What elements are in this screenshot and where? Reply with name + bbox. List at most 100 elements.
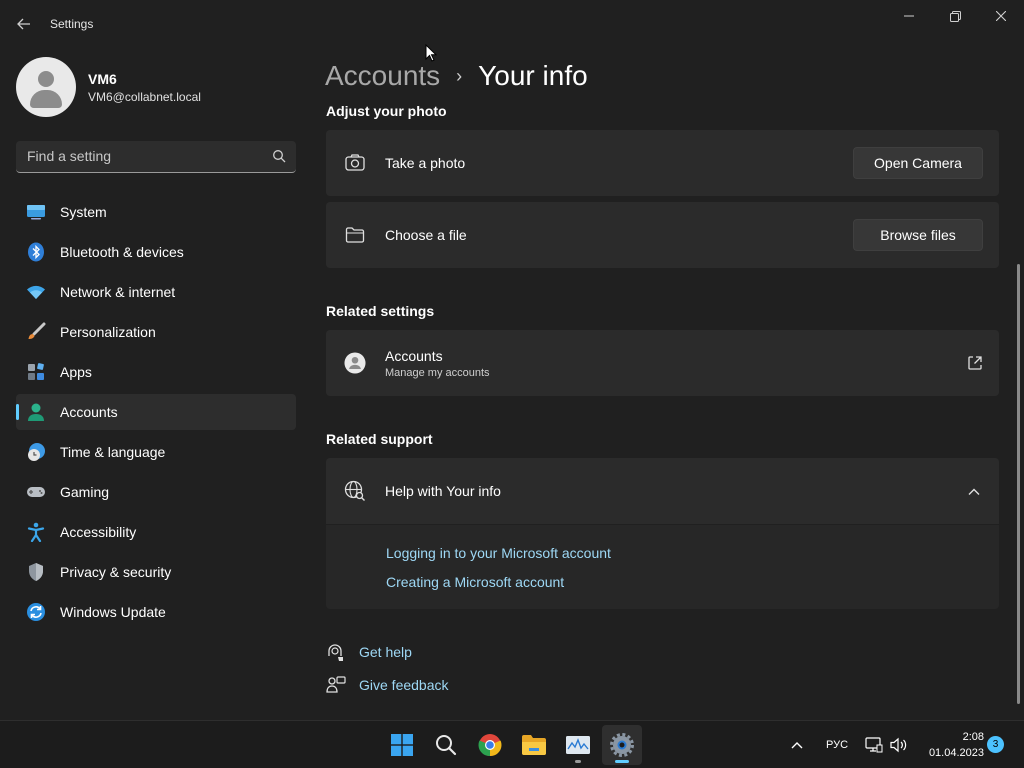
taskbar-file-explorer[interactable] bbox=[514, 725, 554, 765]
clock-time: 2:08 bbox=[962, 731, 984, 743]
sidebar-item-system[interactable]: System bbox=[16, 194, 296, 230]
globe-search-icon bbox=[344, 480, 366, 502]
apps-icon bbox=[26, 362, 46, 382]
give-feedback-label: Give feedback bbox=[359, 677, 449, 693]
input-language-indicator[interactable]: РУС bbox=[826, 721, 848, 768]
minimize-icon bbox=[904, 15, 914, 17]
sidebar-item-label: Accounts bbox=[60, 404, 118, 420]
mouse-cursor-icon bbox=[425, 44, 437, 62]
wifi-icon bbox=[26, 282, 46, 302]
user-profile[interactable]: VM6 VM6@collabnet.local bbox=[16, 57, 201, 117]
chevron-up-icon bbox=[791, 742, 803, 749]
section-title-related-settings: Related settings bbox=[326, 303, 435, 319]
help-links-panel: Logging in to your Microsoft account Cre… bbox=[326, 525, 999, 609]
external-link-icon bbox=[968, 356, 982, 370]
file-explorer-icon bbox=[522, 735, 546, 755]
account-avatar-icon bbox=[344, 352, 366, 374]
content-scrollbar[interactable] bbox=[1017, 264, 1020, 704]
notification-badge[interactable]: 3 bbox=[987, 736, 1004, 753]
task-manager-running-indicator bbox=[575, 760, 581, 763]
search-input[interactable] bbox=[16, 141, 256, 171]
back-button[interactable] bbox=[10, 10, 38, 38]
paintbrush-icon bbox=[26, 322, 46, 342]
close-button[interactable] bbox=[978, 0, 1024, 32]
profile-email: VM6@collabnet.local bbox=[88, 89, 201, 104]
title-bar: Settings bbox=[0, 0, 1024, 48]
breadcrumb: Accounts › Your info bbox=[325, 58, 588, 94]
sidebar-item-label: Windows Update bbox=[60, 604, 166, 620]
sidebar-item-network[interactable]: Network & internet bbox=[16, 274, 296, 310]
sidebar-item-privacy[interactable]: Privacy & security bbox=[16, 554, 296, 590]
page-title: Your info bbox=[478, 60, 588, 91]
accounts-link-label: Accounts bbox=[385, 347, 443, 364]
sidebar-item-label: Apps bbox=[60, 364, 92, 380]
sidebar-item-label: Privacy & security bbox=[60, 564, 172, 580]
taskbar-search-button[interactable] bbox=[426, 725, 466, 765]
volume-tray-icon[interactable] bbox=[890, 721, 908, 768]
search-box[interactable] bbox=[16, 141, 296, 173]
settings-active-indicator bbox=[615, 760, 629, 763]
accounts-link-card[interactable]: Accounts Manage my accounts bbox=[326, 330, 999, 396]
accessibility-icon bbox=[26, 522, 46, 542]
chevron-up-icon[interactable] bbox=[967, 485, 981, 499]
sidebar-item-time-language[interactable]: Time & language bbox=[16, 434, 296, 470]
taskbar-settings[interactable] bbox=[602, 725, 642, 765]
folder-icon bbox=[344, 224, 366, 246]
take-photo-label: Take a photo bbox=[385, 155, 466, 171]
settings-icon bbox=[610, 733, 634, 757]
sidebar-item-accounts[interactable]: Accounts bbox=[16, 394, 296, 430]
system-icon bbox=[26, 202, 46, 222]
sidebar-item-gaming[interactable]: Gaming bbox=[16, 474, 296, 510]
camera-icon bbox=[344, 152, 366, 174]
clock-date: 01.04.2023 bbox=[928, 747, 984, 759]
give-feedback-link[interactable]: Give feedback bbox=[326, 675, 449, 695]
sidebar-item-personalization[interactable]: Personalization bbox=[16, 314, 296, 350]
avatar bbox=[16, 57, 76, 117]
close-icon bbox=[996, 11, 1006, 21]
start-button[interactable] bbox=[382, 725, 422, 765]
get-help-link[interactable]: Get help bbox=[326, 642, 412, 662]
sidebar-item-label: Gaming bbox=[60, 484, 110, 500]
help-expander-label: Help with Your info bbox=[385, 483, 501, 499]
section-title-related-support: Related support bbox=[326, 431, 433, 447]
sidebar-nav: System Bluetooth & devices Network & int… bbox=[16, 194, 296, 634]
help-link-create-account[interactable]: Creating a Microsoft account bbox=[386, 574, 564, 590]
sidebar-item-label: System bbox=[60, 204, 107, 220]
network-tray-icon[interactable] bbox=[865, 721, 883, 768]
browse-files-button[interactable]: Browse files bbox=[853, 219, 983, 251]
minimize-button[interactable] bbox=[886, 0, 932, 32]
gamepad-icon bbox=[26, 482, 46, 502]
help-expander[interactable]: Help with Your info bbox=[326, 458, 999, 524]
profile-name: VM6 bbox=[88, 70, 117, 87]
update-icon bbox=[26, 602, 46, 622]
taskbar-chrome[interactable] bbox=[470, 725, 510, 765]
sidebar-item-label: Accessibility bbox=[60, 524, 137, 540]
time-language-icon bbox=[26, 442, 46, 462]
breadcrumb-separator: › bbox=[456, 65, 463, 86]
show-hidden-icons-button[interactable] bbox=[790, 721, 804, 768]
help-link-logging-in[interactable]: Logging in to your Microsoft account bbox=[386, 545, 611, 561]
sidebar-item-windows-update[interactable]: Windows Update bbox=[16, 594, 296, 630]
accounts-link-sublabel: Manage my accounts bbox=[385, 366, 490, 379]
chrome-icon bbox=[478, 734, 502, 757]
choose-file-card: Choose a file Browse files bbox=[326, 202, 999, 268]
sidebar-item-label: Network & internet bbox=[60, 284, 176, 300]
breadcrumb-parent[interactable]: Accounts bbox=[325, 60, 440, 92]
ethernet-icon bbox=[865, 737, 883, 753]
sidebar-item-label: Time & language bbox=[60, 444, 166, 460]
accounts-icon bbox=[26, 402, 46, 422]
taskbar: РУС 2:08 01.04.2023 bbox=[0, 720, 1024, 768]
back-arrow-icon bbox=[17, 18, 30, 30]
sidebar-item-accessibility[interactable]: Accessibility bbox=[16, 514, 296, 550]
search-icon bbox=[273, 150, 286, 163]
task-manager-icon bbox=[566, 736, 590, 754]
sidebar-item-apps[interactable]: Apps bbox=[16, 354, 296, 390]
open-camera-button[interactable]: Open Camera bbox=[853, 147, 983, 179]
sidebar-item-label: Personalization bbox=[60, 324, 156, 340]
app-title: Settings bbox=[50, 17, 94, 31]
sidebar-item-bluetooth[interactable]: Bluetooth & devices bbox=[16, 234, 296, 270]
section-title-photo: Adjust your photo bbox=[326, 103, 447, 119]
clock[interactable]: 2:08 01.04.2023 bbox=[918, 729, 984, 761]
maximize-button[interactable] bbox=[932, 0, 978, 32]
taskbar-task-manager[interactable] bbox=[558, 725, 598, 765]
